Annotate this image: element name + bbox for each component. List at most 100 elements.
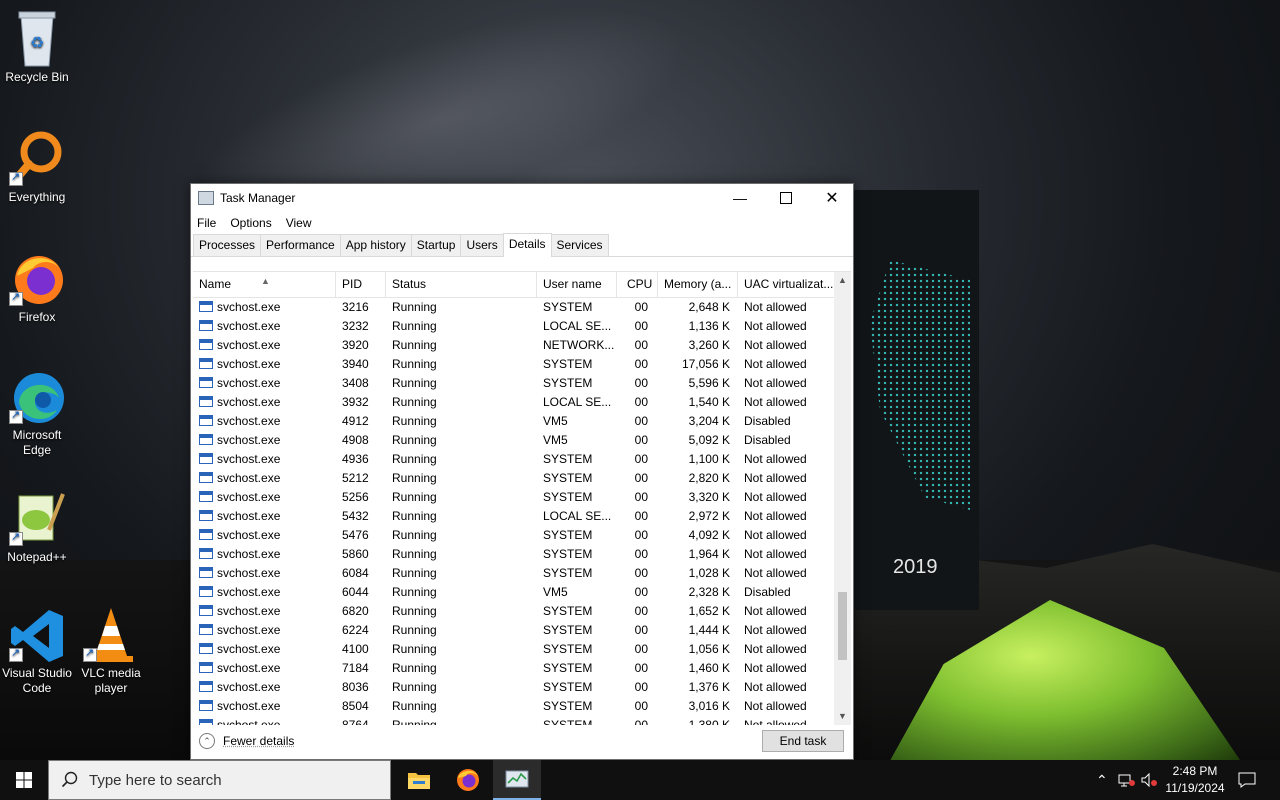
table-row[interactable]: svchost.exe 6224 Running SYSTEM 00 1,444 K Not…	[193, 621, 851, 640]
column-header-memory[interactable]: Memory (a...	[658, 272, 738, 297]
table-row[interactable]: svchost.exe 3940 Running SYSTEM 00 17,056 K No…	[193, 355, 851, 374]
desktop-icon-microsoft-edge[interactable]: Microsoft Edge	[0, 368, 77, 458]
close-button[interactable]: ✕	[809, 184, 855, 212]
wallpaper-year: 2019	[893, 556, 938, 578]
user-name-cell: SYSTEM	[543, 547, 593, 561]
task-manager-window[interactable]: Task Manager — ✕ File Options View Proce…	[190, 183, 854, 760]
process-name: svchost.exe	[217, 490, 281, 504]
column-header-user-name[interactable]: User name	[537, 272, 617, 297]
column-header-pid[interactable]: PID	[336, 272, 386, 297]
taskbar-file-explorer[interactable]	[395, 760, 443, 800]
menu-file[interactable]: File	[197, 216, 216, 230]
search-icon	[61, 771, 78, 788]
table-row[interactable]: svchost.exe 5476 Running SYSTEM 00 4,092 K Not…	[193, 526, 851, 545]
uac-virtualization-cell: Not allowed	[744, 680, 807, 694]
tab-users[interactable]: Users	[460, 234, 504, 256]
menu-view[interactable]: View	[286, 216, 312, 230]
table-row[interactable]: svchost.exe 3408 Running SYSTEM 00 5,596 K Not…	[193, 374, 851, 393]
title-bar[interactable]: Task Manager — ✕	[191, 184, 853, 212]
process-name: svchost.exe	[217, 680, 281, 694]
tab-services[interactable]: Services	[550, 234, 609, 256]
table-row[interactable]: svchost.exe 5860 Running SYSTEM 00 1,964 K Not…	[193, 545, 851, 564]
table-row[interactable]: svchost.exe 4912 Running VM5 00 3,204 K Disabl…	[193, 412, 851, 431]
pid-cell: 6044	[342, 585, 369, 599]
action-center-button[interactable]	[1238, 760, 1256, 800]
taskbar-search-box[interactable]: Type here to search	[48, 760, 391, 800]
tab-performance[interactable]: Performance	[260, 234, 341, 256]
table-row[interactable]: svchost.exe 5256 Running SYSTEM 00 3,320 K Not…	[193, 488, 851, 507]
system-clock[interactable]: 2:48 PM 11/19/2024	[1158, 763, 1232, 797]
table-body: svchost.exe 3216 Running SYSTEM 00 2,648 K Not…	[193, 298, 851, 725]
menu-options[interactable]: Options	[230, 216, 271, 230]
table-row[interactable]: svchost.exe 3932 Running LOCAL SE... 00 1,540…	[193, 393, 851, 412]
memory-cell: 5,092 K	[688, 433, 730, 447]
column-header-status[interactable]: Status	[386, 272, 537, 297]
network-disconnected-icon	[1118, 774, 1135, 787]
scrollbar-thumb[interactable]	[838, 592, 847, 660]
show-hidden-icons-button[interactable]: ⌃	[1096, 760, 1108, 800]
column-header-uac-virtualization[interactable]: UAC virtualizat...	[738, 272, 838, 297]
process-icon	[199, 377, 213, 388]
table-row[interactable]: svchost.exe 6044 Running VM5 00 2,328 K Disabl…	[193, 583, 851, 602]
network-status[interactable]	[1118, 760, 1136, 800]
status-cell: Running	[392, 319, 437, 333]
user-name-cell: SYSTEM	[543, 623, 593, 637]
table-row[interactable]: svchost.exe 4936 Running SYSTEM 00 1,100 K Not…	[193, 450, 851, 469]
table-row[interactable]: svchost.exe 6084 Running SYSTEM 00 1,028 K Not…	[193, 564, 851, 583]
scroll-down-arrow-icon[interactable]: ▼	[834, 708, 851, 725]
desktop-icon-recycle-bin[interactable]: ♻ Recycle Bin	[0, 10, 77, 85]
process-name-cell: svchost.exe	[193, 488, 336, 507]
desktop-icon-vlc-media-player[interactable]: VLC media player	[71, 606, 151, 696]
process-name-cell: svchost.exe	[193, 469, 336, 488]
desktop-icon-visual-studio-code[interactable]: Visual Studio Code	[0, 606, 77, 696]
start-button[interactable]	[0, 760, 48, 800]
fewer-details-button[interactable]: ⌃ Fewer details	[199, 733, 294, 749]
table-row[interactable]: svchost.exe 3216 Running SYSTEM 00 2,648 K Not…	[193, 298, 851, 317]
table-row[interactable]: svchost.exe 4908 Running VM5 00 5,092 K Disabl…	[193, 431, 851, 450]
desktop-icon-everything[interactable]: Everything	[0, 130, 77, 205]
tab-startup[interactable]: Startup	[410, 234, 462, 256]
table-row[interactable]: svchost.exe 5212 Running SYSTEM 00 2,820 K Not…	[193, 469, 851, 488]
process-name-cell: svchost.exe	[193, 697, 336, 716]
vertical-scrollbar[interactable]: ▲ ▼	[834, 272, 851, 725]
pid-cell: 5432	[342, 509, 369, 523]
tab-app-history[interactable]: App history	[339, 234, 412, 256]
tab-processes[interactable]: Processes	[193, 234, 262, 256]
scroll-up-arrow-icon[interactable]: ▲	[834, 272, 851, 289]
status-cell: Running	[392, 547, 437, 561]
details-table[interactable]: Name ▲ PID Status User name CPU Memory (…	[193, 271, 851, 725]
table-row[interactable]: svchost.exe 8036 Running SYSTEM 00 1,376 K Not…	[193, 678, 851, 697]
process-icon	[199, 339, 213, 350]
process-icon	[199, 510, 213, 521]
process-name-cell: svchost.exe	[193, 526, 336, 545]
table-row[interactable]: svchost.exe 3232 Running LOCAL SE... 00 1,136…	[193, 317, 851, 336]
desktop-icon-label: Firefox	[18, 310, 56, 324]
table-row[interactable]: svchost.exe 8504 Running SYSTEM 00 3,016 K Not…	[193, 697, 851, 716]
desktop-icon-firefox[interactable]: Firefox	[0, 250, 77, 325]
table-row[interactable]: svchost.exe 6820 Running SYSTEM 00 1,652 K Not…	[193, 602, 851, 621]
tab-details[interactable]: Details	[502, 233, 552, 257]
end-task-button[interactable]: End task	[762, 730, 844, 752]
desktop-icon-notepad-plus-plus[interactable]: Notepad++	[0, 490, 77, 565]
table-row[interactable]: svchost.exe 5432 Running LOCAL SE... 00 2,972…	[193, 507, 851, 526]
table-row[interactable]: svchost.exe 3920 Running NETWORK... 00 3,260 …	[193, 336, 851, 355]
search-placeholder: Type here to search	[89, 771, 222, 789]
volume-control[interactable]	[1140, 760, 1158, 800]
user-name-cell: LOCAL SE...	[543, 395, 612, 409]
taskbar-firefox[interactable]	[444, 760, 492, 800]
user-name-cell: SYSTEM	[543, 699, 593, 713]
process-name-cell: svchost.exe	[193, 431, 336, 450]
table-row[interactable]: svchost.exe 4100 Running SYSTEM 00 1,056 K Not…	[193, 640, 851, 659]
clock-time: 2:48 PM	[1172, 764, 1218, 778]
column-header-cpu[interactable]: CPU	[617, 272, 658, 297]
taskbar-task-manager[interactable]	[493, 760, 541, 800]
memory-cell: 1,136 K	[688, 319, 730, 333]
table-row[interactable]: svchost.exe 7184 Running SYSTEM 00 1,460 K Not…	[193, 659, 851, 678]
user-name-cell: SYSTEM	[543, 661, 593, 675]
maximize-button[interactable]	[763, 184, 809, 212]
pid-cell: 7184	[342, 661, 369, 675]
column-header-name[interactable]: Name ▲	[193, 272, 336, 297]
edge-icon	[9, 368, 65, 424]
minimize-button[interactable]: —	[717, 184, 763, 212]
uac-virtualization-cell: Not allowed	[744, 452, 807, 466]
